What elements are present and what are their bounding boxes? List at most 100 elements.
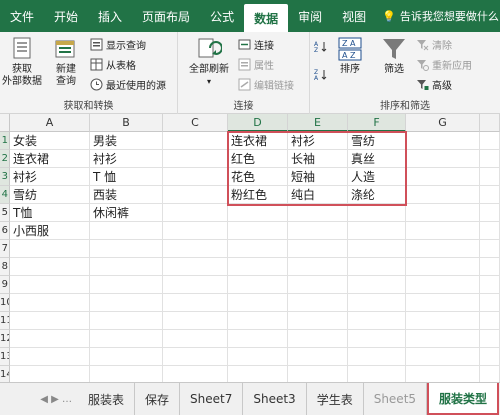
cell-a11[interactable] [10,312,90,330]
cell-b9[interactable] [90,276,163,294]
row-header-11[interactable]: 11 [0,312,10,330]
sheet-tab-6[interactable]: Sheet5 [364,383,428,415]
row-header-3[interactable]: 3 [0,168,10,186]
row-header-12[interactable]: 12 [0,330,10,348]
cell-e6[interactable] [288,222,348,240]
cell-a6[interactable]: 小西服 [10,222,90,240]
cell-g3[interactable] [406,168,480,186]
cell-f10[interactable] [348,294,406,312]
cell-c2[interactable] [163,150,228,168]
cell-e4[interactable]: 纯白 [288,186,348,204]
row-header-6[interactable]: 6 [0,222,10,240]
row-header-13[interactable]: 13 [0,348,10,366]
row-header-8[interactable]: 8 [0,258,10,276]
column-header-f[interactable]: F [348,114,406,132]
cell-f12[interactable] [348,330,406,348]
column-header-d[interactable]: D [228,114,288,132]
cell-b8[interactable] [90,258,163,276]
sheet-tab-1[interactable]: 服装表 [78,383,136,415]
column-header-e[interactable]: E [288,114,348,132]
cell-c1[interactable] [163,132,228,150]
advanced-filter-button[interactable]: 高级 [416,76,452,92]
sheet-tab-4[interactable]: Sheet3 [243,383,307,415]
row-header-2[interactable]: 2 [0,150,10,168]
row-header-14[interactable]: 14 [0,366,10,382]
cell-e5[interactable] [288,204,348,222]
sheet-tab-2[interactable]: 保存 [135,383,181,415]
sheet-nav[interactable]: ◀ ▶ … [0,383,78,415]
cell-d11[interactable] [228,312,288,330]
cell-f4[interactable]: 涤纶 [348,186,406,204]
cell-f7[interactable] [348,240,406,258]
cell-f3[interactable]: 人造 [348,168,406,186]
tab-5[interactable]: 公式 [200,0,244,32]
column-header-c[interactable]: C [163,114,228,132]
cell-b13[interactable] [90,348,163,366]
reapply-button[interactable]: 重新应用 [416,56,472,72]
edit-links-button[interactable]: 编辑链接 [238,76,294,92]
column-header-b[interactable]: B [90,114,163,132]
cell-e14[interactable] [288,366,348,382]
cell-c8[interactable] [163,258,228,276]
cell-f1[interactable]: 雪纺 [348,132,406,150]
cell-e7[interactable] [288,240,348,258]
select-all-corner[interactable] [0,114,10,132]
column-header-a[interactable]: A [10,114,90,132]
row-header-10[interactable]: 10 [0,294,10,312]
cell-d13[interactable] [228,348,288,366]
cell-a12[interactable] [10,330,90,348]
cell-c5[interactable] [163,204,228,222]
cell-c12[interactable] [163,330,228,348]
cell-d1[interactable]: 连衣裙 [228,132,288,150]
cell-f11[interactable] [348,312,406,330]
worksheet-grid[interactable]: A B C D E F G 1 女装 男装 连衣裙 衬衫 雪纺 2 连衣裙 衬衫 红色 长袖 真丝 3 衬衫 T 恤花色短… [0,114,500,382]
column-header-g[interactable]: G [406,114,480,132]
cell-f8[interactable] [348,258,406,276]
cell-e8[interactable] [288,258,348,276]
cell-b12[interactable] [90,330,163,348]
recent-sources-button[interactable]: 最近使用的源 [90,76,166,92]
sheet-tab-3[interactable]: Sheet7 [180,383,244,415]
cell-e3[interactable]: 短袖 [288,168,348,186]
cell-c11[interactable] [163,312,228,330]
cell-b1[interactable]: 男装 [90,132,163,150]
cell-g13[interactable] [406,348,480,366]
filter-button[interactable]: 筛选 [376,36,412,76]
row-header-9[interactable]: 9 [0,276,10,294]
clear-filter-button[interactable]: 清除 [416,36,452,52]
cell-f2[interactable]: 真丝 [348,150,406,168]
cell-e12[interactable] [288,330,348,348]
tab-3[interactable]: 插入 [88,0,132,32]
cell-a14[interactable] [10,366,90,382]
new-query-button[interactable]: 新建 查询 [48,36,84,88]
cell-d3[interactable]: 花色 [228,168,288,186]
cell-a3[interactable]: 衬衫 [10,168,90,186]
cell-a7[interactable] [10,240,90,258]
cell-c10[interactable] [163,294,228,312]
refresh-all-button[interactable]: 全部刷新 ▾ [184,36,234,88]
cell-e2[interactable]: 长袖 [288,150,348,168]
cell-d6[interactable] [228,222,288,240]
cell-g6[interactable] [406,222,480,240]
cell-b14[interactable] [90,366,163,382]
cell-a8[interactable] [10,258,90,276]
cell-f13[interactable] [348,348,406,366]
cell-d10[interactable] [228,294,288,312]
show-queries-button[interactable]: 显示查询 [90,36,146,52]
from-table-button[interactable]: 从表格 [90,56,136,72]
cell-g12[interactable] [406,330,480,348]
cell-a9[interactable] [10,276,90,294]
more-sheets-icon[interactable]: … [62,394,72,405]
cell-c7[interactable] [163,240,228,258]
cell-b11[interactable] [90,312,163,330]
cell-b7[interactable] [90,240,163,258]
cell-g2[interactable] [406,150,480,168]
cell-d14[interactable] [228,366,288,382]
cell-e10[interactable] [288,294,348,312]
cell-g4[interactable] [406,186,480,204]
cell-f5[interactable] [348,204,406,222]
sheet-tab-7[interactable]: 服装类型 [427,383,500,415]
cell-c14[interactable] [163,366,228,382]
cell-a13[interactable] [10,348,90,366]
cell-f9[interactable] [348,276,406,294]
